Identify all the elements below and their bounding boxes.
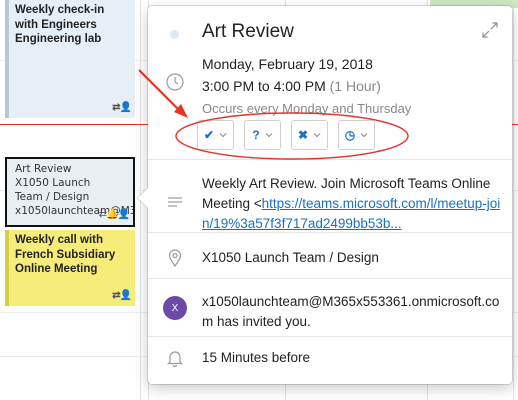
event-details-popup: Art Review Monday, February 19, 2018 3:0… [138, 6, 512, 384]
recurring-reminder-attendees-icon: ⇄🔔👤 [98, 209, 130, 220]
propose-new-time-button[interactable]: ◷ [338, 120, 375, 150]
event-time-range: 3:00 PM to 4:00 PM [202, 78, 326, 94]
event-line: Weekly check-in [15, 4, 105, 16]
event-reminder: 15 Minutes before [202, 350, 311, 365]
chevron-down-icon [360, 133, 368, 138]
divider [148, 232, 512, 233]
organizer-info: x1050launchteam@M365x553361.onmicrosoft.… [202, 292, 502, 332]
recurring-attendees-icon: ⇄👤 [112, 101, 132, 113]
calendar-event-weekly-checkin[interactable]: Weekly check-in with Engineers Engineeri… [5, 0, 135, 118]
chevron-down-icon [265, 133, 273, 138]
recurring-attendees-icon: ⇄👤 [112, 289, 132, 301]
avatar: X [163, 296, 187, 320]
expand-icon[interactable] [480, 20, 500, 40]
question-icon: ? [252, 128, 260, 142]
event-description: Weekly Art Review. Join Microsoft Teams … [202, 174, 502, 234]
notes-icon [168, 197, 182, 207]
calendar-event-art-review[interactable]: Art Review X1050 Launch Team / Design x1… [5, 157, 135, 227]
chevron-down-icon [219, 133, 227, 138]
event-line: with Engineers [15, 18, 97, 31]
event-line: Online Meeting [15, 263, 98, 275]
event-duration: (1 Hour) [329, 78, 381, 94]
event-title: Art Review [202, 21, 294, 42]
calendar-event-weekly-call[interactable]: Weekly call with French Subsidiary Onlin… [5, 230, 135, 306]
accept-button[interactable]: ✔ [197, 120, 234, 150]
event-line: Engineering lab [15, 33, 102, 45]
bell-icon [167, 351, 183, 368]
divider [148, 159, 512, 160]
event-location: X1050 Launch Team / Design [202, 250, 379, 265]
clock-icon: ◷ [344, 128, 356, 142]
invited-text: has invited you. [213, 314, 311, 329]
decline-button[interactable]: ✖ [291, 120, 328, 150]
rsvp-buttons: ✔ ? ✖ ◷ [197, 120, 375, 150]
chevron-down-icon [313, 133, 321, 138]
event-line: X1050 Launch [15, 177, 91, 189]
event-line: French Subsidiary [15, 248, 116, 261]
category-dot-icon [170, 30, 179, 39]
event-recurrence: Occurs every Monday and Thursday [202, 101, 412, 116]
x-icon: ✖ [297, 128, 309, 142]
location-pin-icon [168, 249, 182, 268]
tentative-button[interactable]: ? [244, 120, 281, 150]
clock-icon [166, 73, 184, 91]
event-line: Art Review [15, 163, 72, 175]
divider [148, 278, 512, 279]
event-line: Weekly call with [15, 234, 103, 246]
divider [148, 336, 512, 337]
event-date: Monday, February 19, 2018 [202, 56, 373, 72]
event-time: 3:00 PM to 4:00 PM (1 Hour) [202, 78, 381, 94]
event-line: Team / Design [15, 191, 90, 203]
checkmark-icon: ✔ [203, 128, 215, 142]
